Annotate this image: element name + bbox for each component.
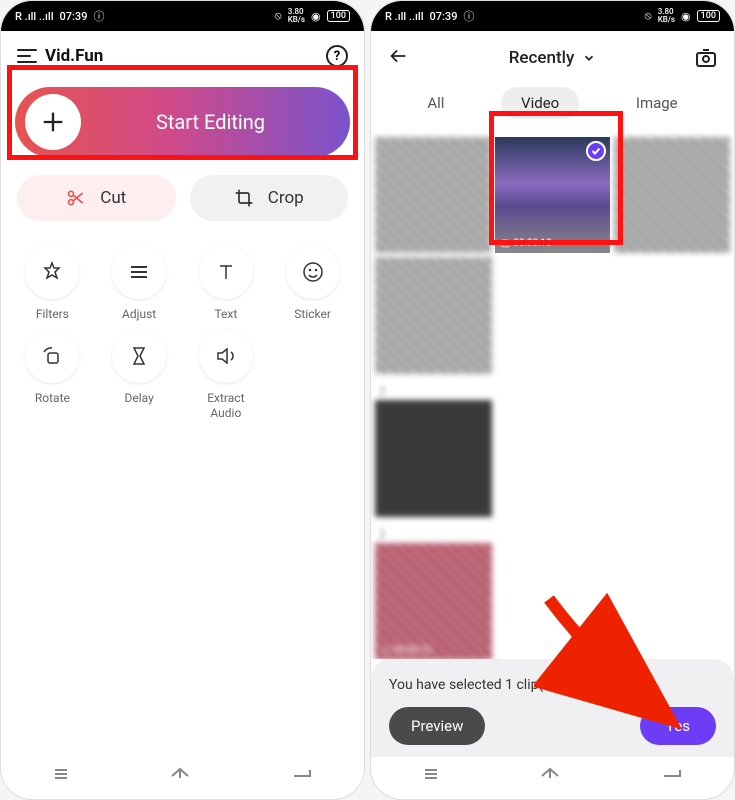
tool-label: Delay xyxy=(124,391,153,405)
date-header: 2 xyxy=(375,378,730,400)
gallery: ▢ 00:00:13 2 2 ▢ 00:00:16 xyxy=(371,127,734,659)
nav-bar xyxy=(371,757,734,799)
nav-recent-icon[interactable] xyxy=(419,762,443,786)
camera-icon xyxy=(694,46,718,70)
tool-delay[interactable]: Delay xyxy=(100,329,179,420)
nav-home-icon[interactable] xyxy=(538,762,562,786)
tool-grid: Filters Adjust Text Sticker Rotate Delay… xyxy=(1,229,364,436)
signal-indicator: R .ıll ..ıll xyxy=(385,10,424,23)
chevron-down-icon xyxy=(582,51,596,65)
start-editing-label: Start Editing xyxy=(81,110,340,134)
audio-icon xyxy=(214,344,238,368)
info-icon: ⓘ xyxy=(463,8,474,24)
tool-label: Extract Audio xyxy=(207,391,244,420)
cut-label: Cut xyxy=(100,188,126,208)
nav-bar xyxy=(1,757,364,799)
video-duration: ▢ 00:00:16 xyxy=(381,645,432,656)
tool-extract-audio[interactable]: Extract Audio xyxy=(187,329,266,420)
selection-panel: You have selected 1 clip(s) (uxxxxx). Pr… xyxy=(371,659,734,757)
video-thumbnail[interactable] xyxy=(375,257,492,374)
status-bar: R .ıll ..ıll 07:39 ⓘ ⦸ 3.80KB/s ◉ 100 xyxy=(1,1,364,31)
video-thumbnail[interactable] xyxy=(375,137,491,253)
video-thumbnail[interactable] xyxy=(614,137,730,253)
tool-filters[interactable]: Filters xyxy=(13,245,92,321)
signal-indicator: R .ıll ..ıll xyxy=(15,10,54,23)
tab-all[interactable]: All xyxy=(407,87,464,119)
start-editing-button[interactable]: Start Editing xyxy=(15,87,350,157)
folder-label: Recently xyxy=(509,48,575,68)
wifi-icon: ◉ xyxy=(311,10,321,23)
phone-left-editor: R .ıll ..ıll 07:39 ⓘ ⦸ 3.80KB/s ◉ 100 Vi… xyxy=(0,0,365,800)
check-icon xyxy=(586,141,606,161)
video-thumbnail[interactable]: ▢ 00:00:16 xyxy=(375,543,492,659)
camera-button[interactable] xyxy=(688,46,718,70)
app-header: Vid.Fun ? xyxy=(1,31,364,77)
mute-icon: ⦸ xyxy=(645,9,652,23)
tool-label: Rotate xyxy=(35,391,70,405)
date-header: 2 xyxy=(375,521,730,543)
tool-label: Sticker xyxy=(294,307,331,321)
tool-text[interactable]: Text xyxy=(187,245,266,321)
rotate-icon xyxy=(40,344,64,368)
network-icon: 3.80KB/s xyxy=(658,8,675,24)
smile-icon xyxy=(301,260,325,284)
tool-label: Text xyxy=(214,307,237,321)
media-tabs: All Video Image xyxy=(371,79,734,127)
sliders-icon xyxy=(127,260,151,284)
network-icon: 3.80KB/s xyxy=(288,8,305,24)
video-thumbnail-selected[interactable]: ▢ 00:00:13 xyxy=(495,137,611,253)
tool-label: Adjust xyxy=(122,307,156,321)
nav-back-icon[interactable] xyxy=(658,762,686,786)
tool-label: Filters xyxy=(36,307,69,321)
nav-home-icon[interactable] xyxy=(168,762,192,786)
info-icon: ⓘ xyxy=(93,8,104,24)
tool-rotate[interactable]: Rotate xyxy=(13,329,92,420)
battery-icon: 100 xyxy=(697,10,720,22)
cut-button[interactable]: Cut xyxy=(17,175,176,221)
status-time: 07:39 xyxy=(430,10,458,23)
tool-adjust[interactable]: Adjust xyxy=(100,245,179,321)
preview-button[interactable]: Preview xyxy=(389,707,485,745)
help-icon[interactable]: ? xyxy=(326,45,348,67)
hourglass-icon xyxy=(127,344,151,368)
text-icon xyxy=(214,260,238,284)
app-title: Vid.Fun xyxy=(45,46,103,66)
back-button[interactable] xyxy=(387,45,417,71)
picker-header: Recently xyxy=(371,31,734,79)
folder-dropdown[interactable]: Recently xyxy=(509,48,597,68)
scissors-icon xyxy=(66,188,86,208)
wifi-icon: ◉ xyxy=(681,10,691,23)
selection-text: You have selected 1 clip(s) (uxxxxx). xyxy=(389,677,716,693)
video-duration: ▢ 00:00:13 xyxy=(501,238,552,249)
status-time: 07:39 xyxy=(60,10,88,23)
crop-button[interactable]: Crop xyxy=(190,175,349,221)
battery-icon: 100 xyxy=(327,10,350,22)
nav-back-icon[interactable] xyxy=(288,762,316,786)
nav-recent-icon[interactable] xyxy=(49,762,73,786)
crop-icon xyxy=(234,188,254,208)
plus-icon xyxy=(25,94,81,150)
status-bar: R .ıll ..ıll 07:39 ⓘ ⦸ 3.80KB/s ◉ 100 xyxy=(371,1,734,31)
star-icon xyxy=(40,260,64,284)
yes-button[interactable]: Yes xyxy=(640,707,716,745)
crop-label: Crop xyxy=(268,188,304,208)
video-thumbnail[interactable] xyxy=(375,400,492,517)
tab-image[interactable]: Image xyxy=(616,87,698,119)
menu-icon[interactable] xyxy=(17,49,37,63)
mute-icon: ⦸ xyxy=(275,9,282,23)
phone-right-picker: R .ıll ..ıll 07:39 ⓘ ⦸ 3.80KB/s ◉ 100 Re… xyxy=(370,0,735,800)
tab-video[interactable]: Video xyxy=(501,87,579,119)
tool-sticker[interactable]: Sticker xyxy=(273,245,352,321)
